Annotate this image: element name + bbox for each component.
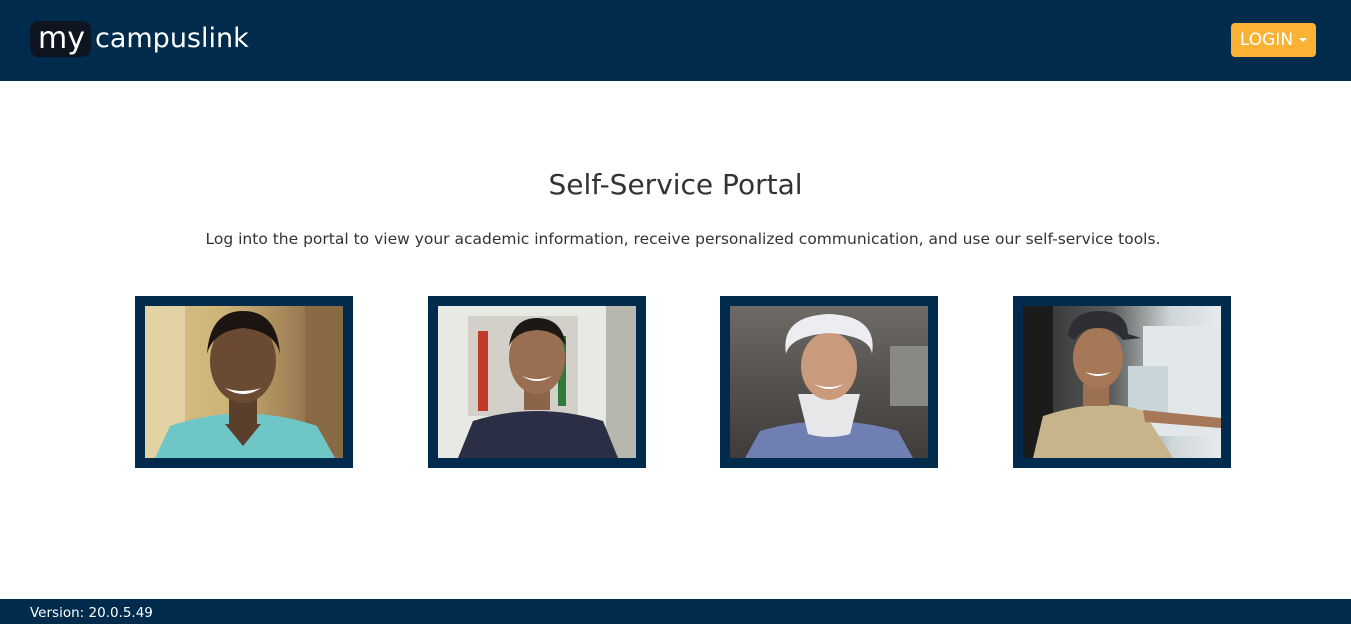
photo-frame-technician	[428, 296, 646, 468]
caret-down-icon	[1299, 38, 1308, 42]
photo-surgical-tech-with-mask	[730, 306, 928, 458]
logo-my-text: my	[30, 20, 91, 57]
logo-campuslink-text: campuslink	[94, 22, 249, 54]
mycampuslink-logo[interactable]: my campuslink	[30, 20, 249, 57]
photo-frame-nurse	[135, 296, 353, 468]
login-label: LOGIN	[1239, 30, 1294, 50]
login-dropdown-button[interactable]: LOGIN	[1231, 23, 1316, 57]
photo-truck-driver	[1023, 306, 1221, 458]
page-subtitle: Log into the portal to view your academi…	[205, 230, 1161, 248]
top-navbar: my campuslink LOGIN	[0, 0, 1351, 81]
footer: Version: 20.0.5.49	[0, 599, 1351, 624]
photo-frame-surgical-tech	[720, 296, 938, 468]
photo-nurse-in-scrubs	[145, 306, 343, 458]
page-title: Self-Service Portal	[548, 168, 803, 201]
version-text: Version: 20.0.5.49	[30, 605, 153, 621]
photo-technician-with-van	[438, 306, 636, 458]
photo-frame-truck-driver	[1013, 296, 1231, 468]
